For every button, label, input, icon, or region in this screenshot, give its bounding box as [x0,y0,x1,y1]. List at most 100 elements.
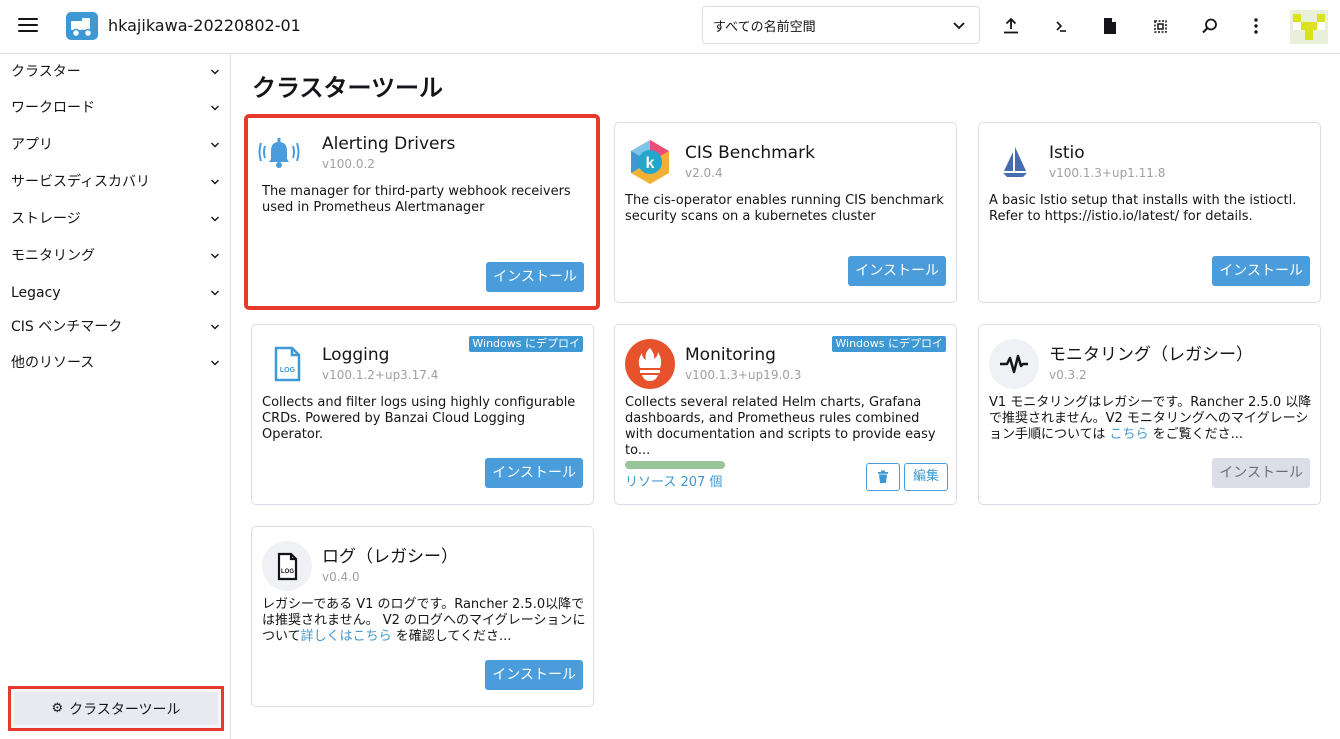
install-button[interactable]: インストール [485,660,583,690]
card-description-text: を確認してくださ... [391,629,512,644]
chevron-down-icon [211,105,219,111]
install-progress-fill [625,461,725,469]
kubewarden-icon: k [625,137,675,187]
chevron-down-icon [211,216,219,222]
tool-card-monitoring-legacy: モニタリング（レガシー） v0.3.2 V1 モニタリングはレガシーです。Ran… [978,324,1321,505]
card-description: レガシーである V1 のログです。Rancher 2.5.0以降では推奨されませ… [262,597,588,645]
sidebar-item-other-resources[interactable]: 他のリソース [0,350,230,376]
sidebar-item-service-discovery[interactable]: サービスディスカバリ [0,169,230,195]
prometheus-icon [625,339,675,389]
chevron-down-icon [211,142,219,148]
install-button[interactable]: インストール [485,458,583,488]
sidebar-item-label: サービスディスカバリ [11,174,151,190]
card-version: v0.4.0 [322,570,360,584]
cluster-tools-button-inner: ⚙ クラスターツール [14,692,218,725]
svg-text:LOG: LOG [280,367,296,374]
card-description: V1 モニタリングはレガシーです。Rancher 2.5.0 以降で推奨されませ… [989,395,1315,443]
sidebar-item-label: 他のリソース [11,355,95,371]
tool-card-alerting-drivers: Alerting Drivers v100.0.2 The manager fo… [244,114,600,310]
card-name: CIS Benchmark [685,143,815,163]
cluster-tools-label: クラスターツール [69,701,181,718]
install-button[interactable]: インストール [1212,458,1310,488]
chevron-down-icon [211,69,219,75]
cluster-name: hkajikawa-20220802-01 [108,16,301,35]
delete-button[interactable] [866,463,900,491]
card-description: A basic Istio setup that installs with t… [989,193,1297,224]
windows-deploy-badge: Windows にデプロイ [832,336,946,352]
details-link[interactable]: 詳しくはこちら [301,629,392,644]
edit-button[interactable]: 編集 [904,463,948,491]
card-version: v100.0.2 [322,157,375,171]
sidebar-item-label: Legacy [11,285,61,301]
sidebar-item-cis-benchmark[interactable]: CIS ベンチマーク [0,314,230,340]
card-description: The manager for third-party webhook rece… [262,184,571,215]
sidebar-item-label: CIS ベンチマーク [11,319,123,335]
card-name: Monitoring [685,345,776,365]
log-file-icon: LOG [262,339,312,389]
page-title: クラスターツール [252,74,444,102]
search-icon[interactable] [1197,13,1223,39]
upload-icon[interactable] [998,13,1024,39]
tool-card-cis-benchmark: k CIS Benchmark v2.0.4 The cis-operator … [614,122,957,303]
sidebar-item-label: クラスター [11,64,81,80]
namespace-select[interactable]: すべての名前空間 [702,6,980,44]
chevron-down-icon [211,360,219,366]
card-name: Alerting Drivers [322,134,456,154]
sidebar-item-apps[interactable]: アプリ [0,132,230,158]
chevron-down-icon [211,253,219,259]
bell-icon [254,128,304,178]
card-name: ログ（レガシー） [322,547,458,567]
sidebar-item-cluster[interactable]: クラスター [0,59,230,85]
tool-card-monitoring: Windows にデプロイ Monitoring v100.1.3+up19.0… [614,324,957,505]
sail-icon [989,137,1039,187]
chevron-down-icon [211,324,219,330]
tool-card-logging-legacy: LOG ログ（レガシー） v0.4.0 レガシーである V1 のログです。Ran… [251,526,594,707]
install-button[interactable]: インストール [848,256,946,286]
svg-text:k: k [646,155,655,172]
copy-icon[interactable] [1147,13,1173,39]
chevron-down-icon [953,22,965,30]
shell-icon[interactable] [1048,13,1074,39]
sidebar-item-label: ストレージ [11,211,81,227]
sidebar-item-label: モニタリング [11,248,95,264]
pulse-icon [989,339,1039,389]
card-version: v100.1.2+up3.17.4 [322,368,439,382]
install-button[interactable]: インストール [486,262,584,292]
card-description: Collects several related Helm charts, Gr… [625,395,936,458]
log-file-icon: LOG [262,541,312,591]
card-version: v100.1.3+up1.11.8 [1049,166,1166,180]
card-name: Logging [322,345,390,365]
install-button[interactable]: インストール [1212,256,1310,286]
sidebar: クラスター ワークロード アプリ サービスディスカバリ ストレージ モニタリング… [0,54,231,739]
menu-icon[interactable] [18,17,38,33]
card-version: v2.0.4 [685,166,723,180]
file-icon[interactable] [1097,13,1123,39]
cluster-logo-icon [66,12,98,40]
cluster-tools-button[interactable]: ⚙ クラスターツール [8,686,224,731]
card-description-text: をご覧くださ... [1148,427,1244,442]
resources-link[interactable]: リソース 207 個 [625,474,722,492]
main-content: クラスターツール Alerting Drivers v100.0.2 The m… [231,54,1340,739]
svg-text:LOG: LOG [281,569,294,575]
card-description: The cis-operator enables running CIS ben… [625,193,944,224]
trash-icon [878,470,888,483]
gear-icon: ⚙ [51,701,64,716]
sidebar-item-legacy[interactable]: Legacy [0,280,230,306]
tool-card-logging: Windows にデプロイ LOG Logging v100.1.2+up3.1… [251,324,594,505]
card-name: モニタリング（レガシー） [1049,345,1253,365]
avatar[interactable] [1290,10,1328,44]
card-version: v0.3.2 [1049,368,1087,382]
sidebar-item-storage[interactable]: ストレージ [0,206,230,232]
more-icon[interactable] [1243,13,1269,39]
namespace-select-value: すべての名前空間 [713,20,816,35]
sidebar-item-monitoring[interactable]: モニタリング [0,243,230,269]
card-name: Istio [1049,143,1085,163]
sidebar-item-label: ワークロード [11,100,95,116]
install-progress-bar [625,461,725,469]
card-description: Collects and filter logs using highly co… [262,395,576,442]
migration-link[interactable]: こちら [1109,427,1148,442]
top-header: hkajikawa-20220802-01 すべての名前空間 [0,0,1340,54]
sidebar-item-label: アプリ [11,137,53,153]
sidebar-item-workload[interactable]: ワークロード [0,95,230,121]
windows-deploy-badge: Windows にデプロイ [469,336,583,352]
